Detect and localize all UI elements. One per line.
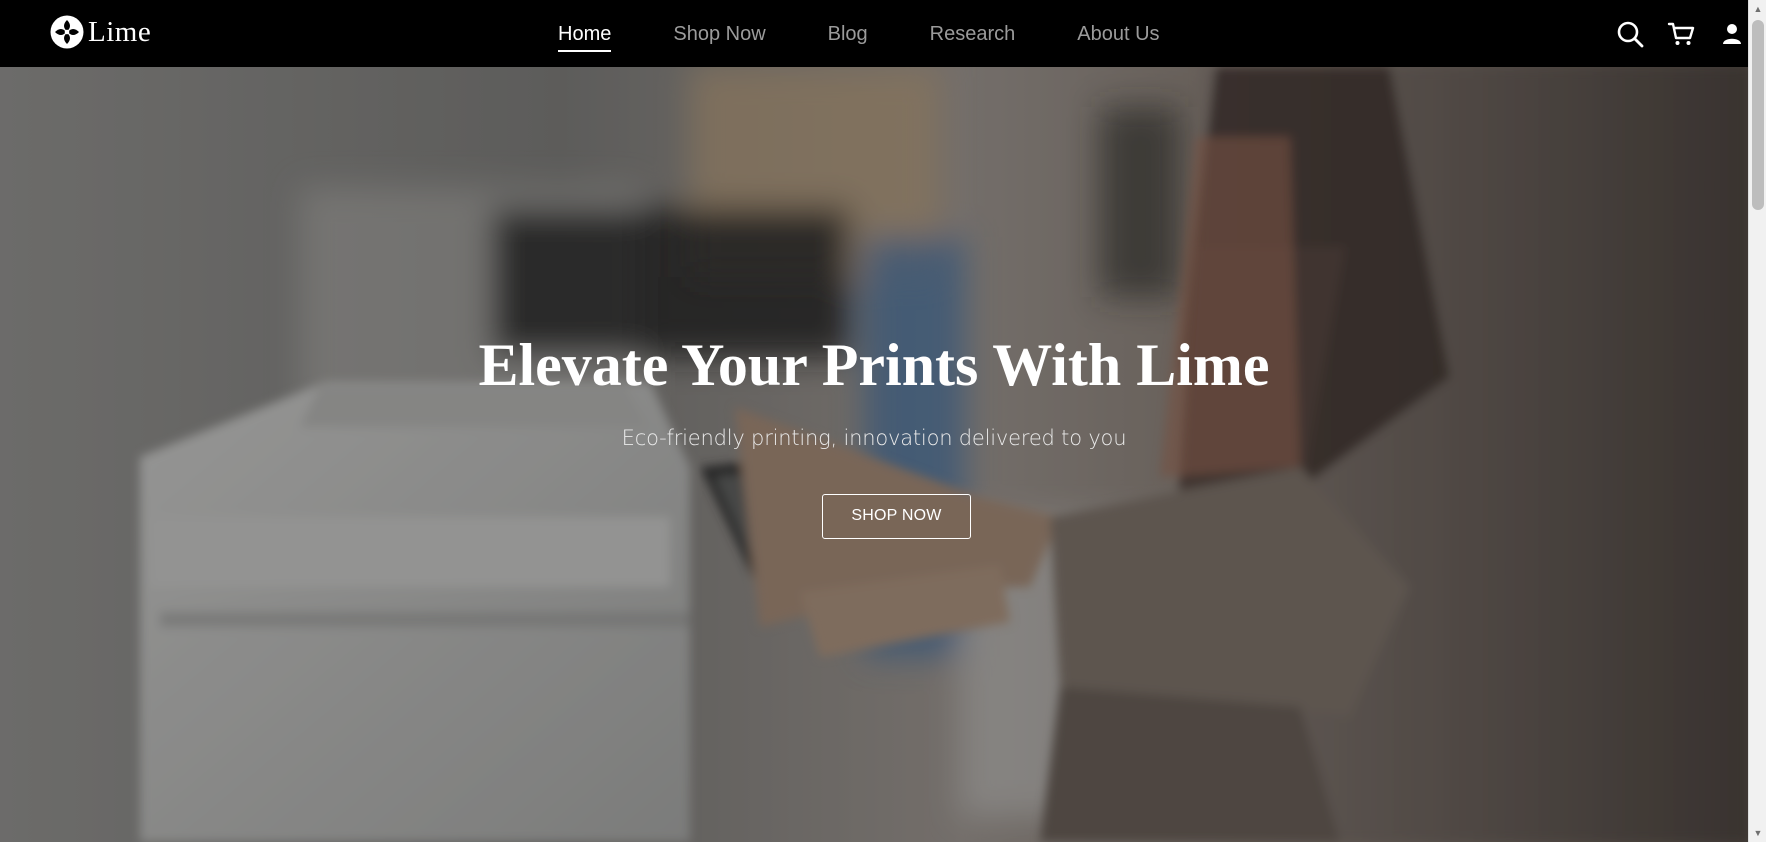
nav-link-home[interactable]: Home — [558, 24, 612, 52]
user-icon[interactable] — [1721, 20, 1743, 48]
page-scrollbar[interactable]: ▲ ▼ — [1748, 0, 1766, 842]
flower-icon — [50, 15, 84, 49]
hero-subtitle: Eco-friendly printing, innovation delive… — [621, 426, 1127, 450]
hero-section: Elevate Your Prints With Lime Eco-friend… — [0, 67, 1748, 842]
nav-link-shop-now[interactable]: Shop Now — [673, 24, 765, 44]
nav-link-about-us[interactable]: About Us — [1077, 24, 1159, 44]
top-navigation-bar: Lime Home Shop Now Blog Research About U… — [0, 0, 1748, 67]
homepage: Lime Home Shop Now Blog Research About U… — [0, 0, 1766, 842]
hero-content: Elevate Your Prints With Lime Eco-friend… — [0, 67, 1748, 842]
scrollbar-thumb[interactable] — [1752, 20, 1764, 210]
header-actions — [1548, 0, 1748, 67]
brand-logo-link[interactable]: Lime — [50, 14, 151, 50]
scroll-up-arrow[interactable]: ▲ — [1749, 0, 1766, 18]
brand-name: Lime — [88, 15, 152, 48]
scroll-down-arrow[interactable]: ▼ — [1749, 824, 1766, 842]
shop-now-button[interactable]: SHOP NOW — [822, 494, 971, 539]
nav-link-blog[interactable]: Blog — [828, 24, 868, 44]
search-icon[interactable] — [1616, 20, 1644, 48]
hero-title: Elevate Your Prints With Lime — [478, 332, 1270, 398]
main-nav: Home Shop Now Blog Research About Us — [558, 0, 1222, 67]
cart-icon[interactable] — [1667, 20, 1695, 48]
nav-link-research[interactable]: Research — [930, 24, 1016, 44]
